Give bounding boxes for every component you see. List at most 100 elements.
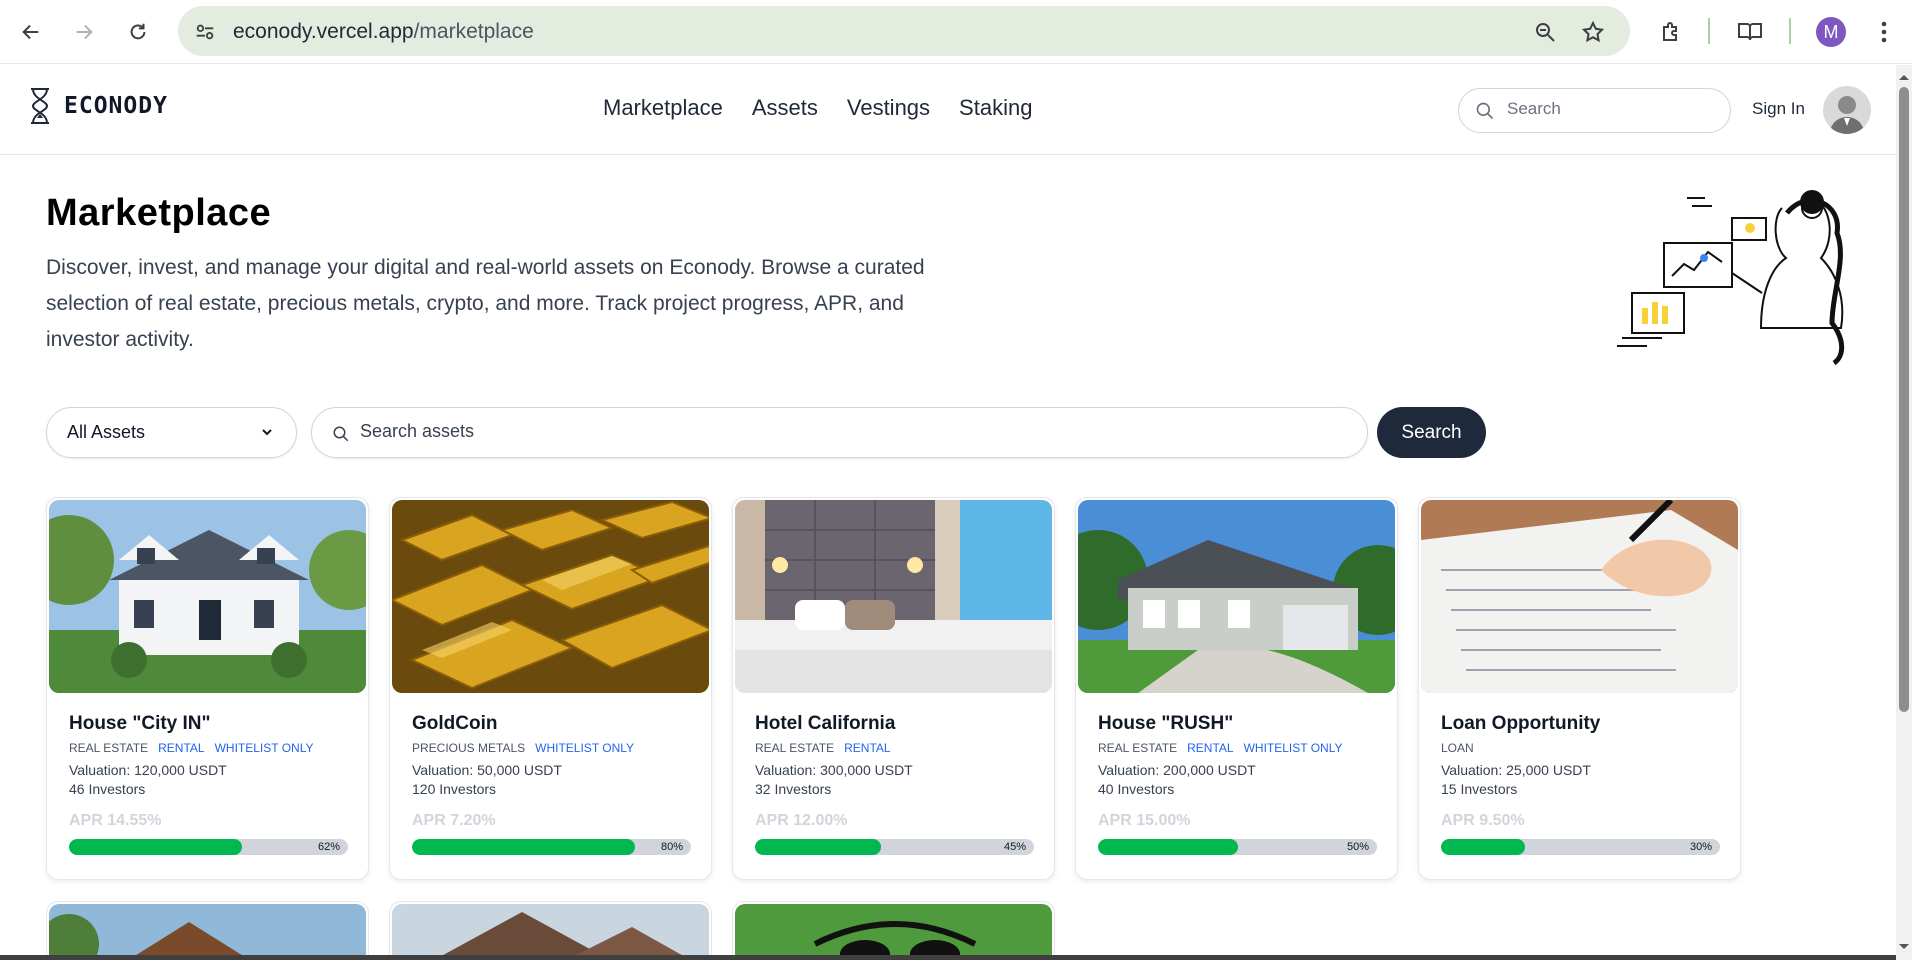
url-text[interactable]: econody.vercel.app/marketplace xyxy=(233,20,534,44)
asset-category-tag: LOAN xyxy=(1441,741,1474,755)
nav-staking[interactable]: Staking xyxy=(959,95,1032,121)
asset-image-hotel xyxy=(735,500,1052,693)
reload-button[interactable] xyxy=(118,12,158,52)
progress-bar: 80% xyxy=(412,839,691,855)
scroll-up-icon[interactable] xyxy=(1896,71,1912,83)
arrow-left-icon xyxy=(22,24,39,40)
scroll-thumb[interactable] xyxy=(1899,87,1909,712)
bottom-edge xyxy=(0,955,1896,960)
asset-valuation: Valuation: 200,000 USDT xyxy=(1098,762,1256,778)
asset-image-frog-meme xyxy=(735,904,1052,960)
asset-investors: 46 Investors xyxy=(69,781,146,797)
profile-avatar: M xyxy=(1816,17,1846,47)
asset-valuation: Valuation: 120,000 USDT xyxy=(69,762,227,778)
sign-in-link[interactable]: Sign In xyxy=(1752,99,1805,119)
url-host: econody.vercel.app xyxy=(233,20,414,43)
nav-marketplace[interactable]: Marketplace xyxy=(603,95,723,121)
progress-label: 30% xyxy=(1689,841,1712,853)
kebab-menu-icon xyxy=(1881,21,1887,43)
search-button[interactable]: Search xyxy=(1377,407,1486,458)
asset-card-house-city-in[interactable]: House "City IN" REAL ESTATE RENTAL WHITE… xyxy=(46,497,369,880)
asset-apr: APR 15.00% xyxy=(1098,812,1191,829)
asset-name: House "RUSH" xyxy=(1098,713,1234,734)
site-settings-icon[interactable] xyxy=(192,19,218,45)
site-header: ECONODY Marketplace Assets Vestings Stak… xyxy=(0,65,1896,155)
asset-tag[interactable]: RENTAL xyxy=(158,741,204,755)
asset-card-goldcoin[interactable]: GoldCoin PRECIOUS METALS WHITELIST ONLY … xyxy=(389,497,712,880)
asset-category-select[interactable]: All Assets xyxy=(46,407,297,458)
asset-card-partial[interactable] xyxy=(389,901,712,960)
progress-fill xyxy=(412,839,636,855)
asset-investors: 15 Investors xyxy=(1441,781,1518,797)
asset-image-loan-document xyxy=(1421,500,1738,693)
asset-name: GoldCoin xyxy=(412,713,498,734)
header-search[interactable] xyxy=(1458,88,1731,133)
progress-bar: 45% xyxy=(755,839,1034,855)
menu-button[interactable] xyxy=(1864,12,1904,52)
nav-vestings[interactable]: Vestings xyxy=(847,95,930,121)
asset-tags: LOAN xyxy=(1441,741,1474,755)
logo[interactable]: ECONODY xyxy=(28,87,168,125)
asset-tags: REAL ESTATE RENTAL xyxy=(755,741,891,755)
asset-card-hotel-california[interactable]: Hotel California REAL ESTATE RENTAL Valu… xyxy=(732,497,1055,880)
book-icon xyxy=(1738,23,1762,41)
asset-search-input[interactable] xyxy=(360,421,1340,442)
address-bar[interactable]: econody.vercel.app/marketplace xyxy=(178,6,1630,56)
asset-card-partial[interactable] xyxy=(46,901,369,960)
progress-label: 45% xyxy=(1003,841,1026,853)
progress-bar: 30% xyxy=(1441,839,1720,855)
search-icon xyxy=(1476,102,1494,120)
asset-tag[interactable]: RENTAL xyxy=(844,741,890,755)
progress-label: 62% xyxy=(317,841,340,853)
logo-text: ECONODY xyxy=(64,93,168,119)
progress-bar: 62% xyxy=(69,839,348,855)
header-search-input[interactable] xyxy=(1507,99,1717,119)
zoom-icon[interactable] xyxy=(1532,19,1558,45)
reading-list-button[interactable] xyxy=(1730,12,1770,52)
user-silhouette-icon xyxy=(1829,96,1865,134)
nav-assets[interactable]: Assets xyxy=(752,95,818,121)
puzzle-icon xyxy=(1663,22,1677,41)
progress-label: 80% xyxy=(660,841,683,853)
asset-apr: APR 14.55% xyxy=(69,812,162,829)
progress-fill xyxy=(69,839,242,855)
asset-card-house-rush[interactable]: House "RUSH" REAL ESTATE RENTAL WHITELIS… xyxy=(1075,497,1398,880)
asset-category-tag: PRECIOUS METALS xyxy=(412,741,526,755)
asset-tag[interactable]: WHITELIST ONLY xyxy=(1244,741,1343,755)
page-scrollbar[interactable] xyxy=(1896,65,1912,960)
forward-button[interactable] xyxy=(64,12,104,52)
asset-image-house xyxy=(392,904,709,960)
asset-tags: REAL ESTATE RENTAL WHITELIST ONLY xyxy=(1098,741,1343,755)
asset-tag[interactable]: WHITELIST ONLY xyxy=(215,741,314,755)
progress-fill xyxy=(1098,839,1238,855)
page-description: Discover, invest, and manage your digita… xyxy=(46,256,925,351)
asset-card-partial[interactable] xyxy=(732,901,1055,960)
asset-tags: PRECIOUS METALS WHITELIST ONLY xyxy=(412,741,634,755)
asset-apr: APR 12.00% xyxy=(755,812,848,829)
asset-image-gold xyxy=(392,500,709,693)
asset-search-box[interactable] xyxy=(311,407,1368,458)
asset-image-house xyxy=(1078,500,1395,693)
hero-illustration xyxy=(1612,188,1852,368)
scroll-down-icon[interactable] xyxy=(1896,941,1912,953)
progress-bar: 50% xyxy=(1098,839,1377,855)
back-button[interactable] xyxy=(11,12,51,52)
asset-apr: APR 9.50% xyxy=(1441,812,1525,829)
toolbar-divider xyxy=(1708,18,1710,44)
url-path: /marketplace xyxy=(413,20,534,43)
asset-category-tag: REAL ESTATE xyxy=(755,741,835,755)
asset-tag[interactable]: WHITELIST ONLY xyxy=(535,741,634,755)
asset-valuation: Valuation: 25,000 USDT xyxy=(1441,762,1591,778)
extensions-button[interactable] xyxy=(1651,12,1691,52)
asset-name: Hotel California xyxy=(755,713,896,734)
bookmark-star-icon[interactable] xyxy=(1580,19,1606,45)
asset-image-house xyxy=(49,904,366,960)
asset-card-loan-opportunity[interactable]: Loan Opportunity LOAN Valuation: 25,000 … xyxy=(1418,497,1741,880)
hourglass-logo-icon xyxy=(31,88,49,124)
asset-tag[interactable]: RENTAL xyxy=(1187,741,1233,755)
user-avatar[interactable] xyxy=(1823,86,1871,134)
profile-button[interactable]: M xyxy=(1811,12,1851,52)
page-title: Marketplace xyxy=(46,192,272,234)
asset-investors: 40 Investors xyxy=(1098,781,1175,797)
progress-fill xyxy=(755,839,881,855)
